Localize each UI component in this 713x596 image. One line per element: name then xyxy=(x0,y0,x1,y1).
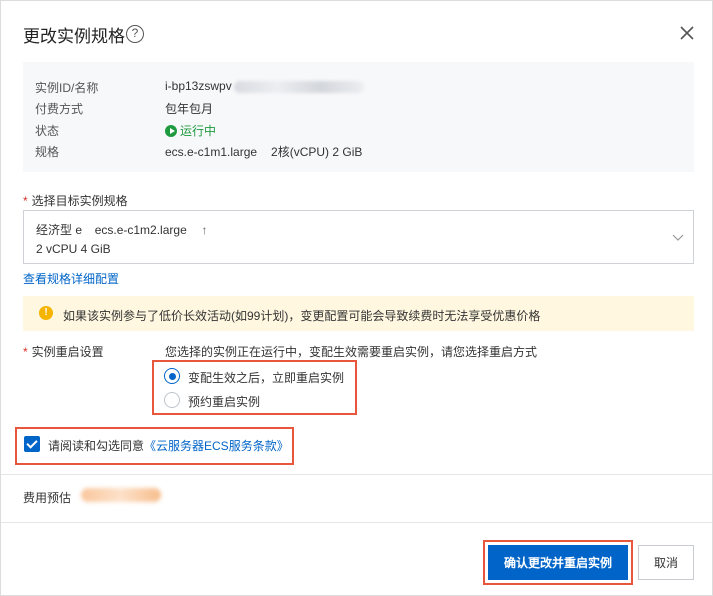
target-spec-select[interactable]: 经济型 e ecs.e-c1m2.large ↑ 2 vCPU 4 GiB xyxy=(23,210,694,264)
warning-icon: ! xyxy=(39,306,53,320)
agreement-checkbox[interactable] xyxy=(24,436,40,452)
cost-estimate-value-redacted xyxy=(81,488,161,502)
warning-banner: ! 如果该实例参与了低价长效活动(如99计划)，变更配置可能会导致续费时无法享受… xyxy=(23,296,694,331)
radio-button[interactable] xyxy=(164,392,180,408)
restart-setting-label: * 实例重启设置 xyxy=(23,345,104,359)
agreement-text: 请阅读和勾选同意《云服务器ECS服务条款》 xyxy=(48,439,289,453)
redacted-name xyxy=(233,80,364,93)
close-icon[interactable] xyxy=(677,23,697,43)
radio-button-checked[interactable] xyxy=(164,368,180,384)
status-value: 运行中 xyxy=(165,122,216,139)
spec-family: 经济型 e xyxy=(36,223,83,237)
spec-value: ecs.e-c1m1.large 2核(vCPU) 2 GiB xyxy=(165,143,362,160)
chevron-down-icon xyxy=(672,234,684,241)
radio-label: 变配生效之后，立即重启实例 xyxy=(188,371,345,385)
spec-name: ecs.e-c1m2.large xyxy=(94,223,187,237)
dialog-header: 更改实例规格 ? xyxy=(1,1,712,63)
radio-label: 预约重启实例 xyxy=(188,395,261,409)
instance-id-value: i-bp13zswpv xyxy=(165,79,364,93)
spec-name: ecs.e-c1m1.large xyxy=(165,145,258,159)
info-label: 规格 xyxy=(35,145,60,159)
target-spec-label: * 选择目标实例规格 xyxy=(23,194,128,208)
info-label: 状态 xyxy=(35,124,60,138)
status-text: 运行中 xyxy=(180,124,217,138)
upgrade-arrow-icon: ↑ xyxy=(201,223,208,237)
billing-method-value: 包年包月 xyxy=(165,102,214,116)
info-label: 实例ID/名称 xyxy=(35,81,99,95)
spec-resources: 2核(vCPU) 2 GiB xyxy=(271,145,363,159)
confirm-change-and-restart-button[interactable]: 确认更改并重启实例 xyxy=(488,545,628,580)
current-instance-info: 实例ID/名称 i-bp13zswpv 付费方式 包年包月 状态 运行中 规格 … xyxy=(23,62,694,172)
view-spec-details-link[interactable]: 查看规格详细配置 xyxy=(23,270,119,287)
restart-hint: 您选择的实例正在运行中，变配生效需要重启实例，请您选择重启方式 xyxy=(165,345,538,359)
target-spec-resources: 2 vCPU 4 GiB xyxy=(36,242,111,256)
warning-text: 如果该实例参与了低价长效活动(如99计划)，变更配置可能会导致续费时无法享受优惠… xyxy=(63,309,541,323)
required-mark: * xyxy=(23,345,28,359)
cancel-button[interactable]: 取消 xyxy=(638,545,694,580)
dialog-title: 更改实例规格 xyxy=(23,27,125,46)
divider xyxy=(1,474,712,475)
cost-estimate-label: 费用预估 xyxy=(23,491,72,505)
info-label: 付费方式 xyxy=(35,102,84,116)
running-status-icon xyxy=(165,125,177,137)
question-circle-icon[interactable]: ? xyxy=(126,25,144,43)
ecs-terms-link[interactable]: 《云服务器ECS服务条款》 xyxy=(144,439,289,453)
change-instance-spec-dialog: 更改实例规格 ? 实例ID/名称 i-bp13zswpv 付费方式 包年包月 状… xyxy=(0,0,713,596)
required-mark: * xyxy=(23,194,28,208)
target-spec-line1: 经济型 e ecs.e-c1m2.large ↑ xyxy=(36,221,207,238)
